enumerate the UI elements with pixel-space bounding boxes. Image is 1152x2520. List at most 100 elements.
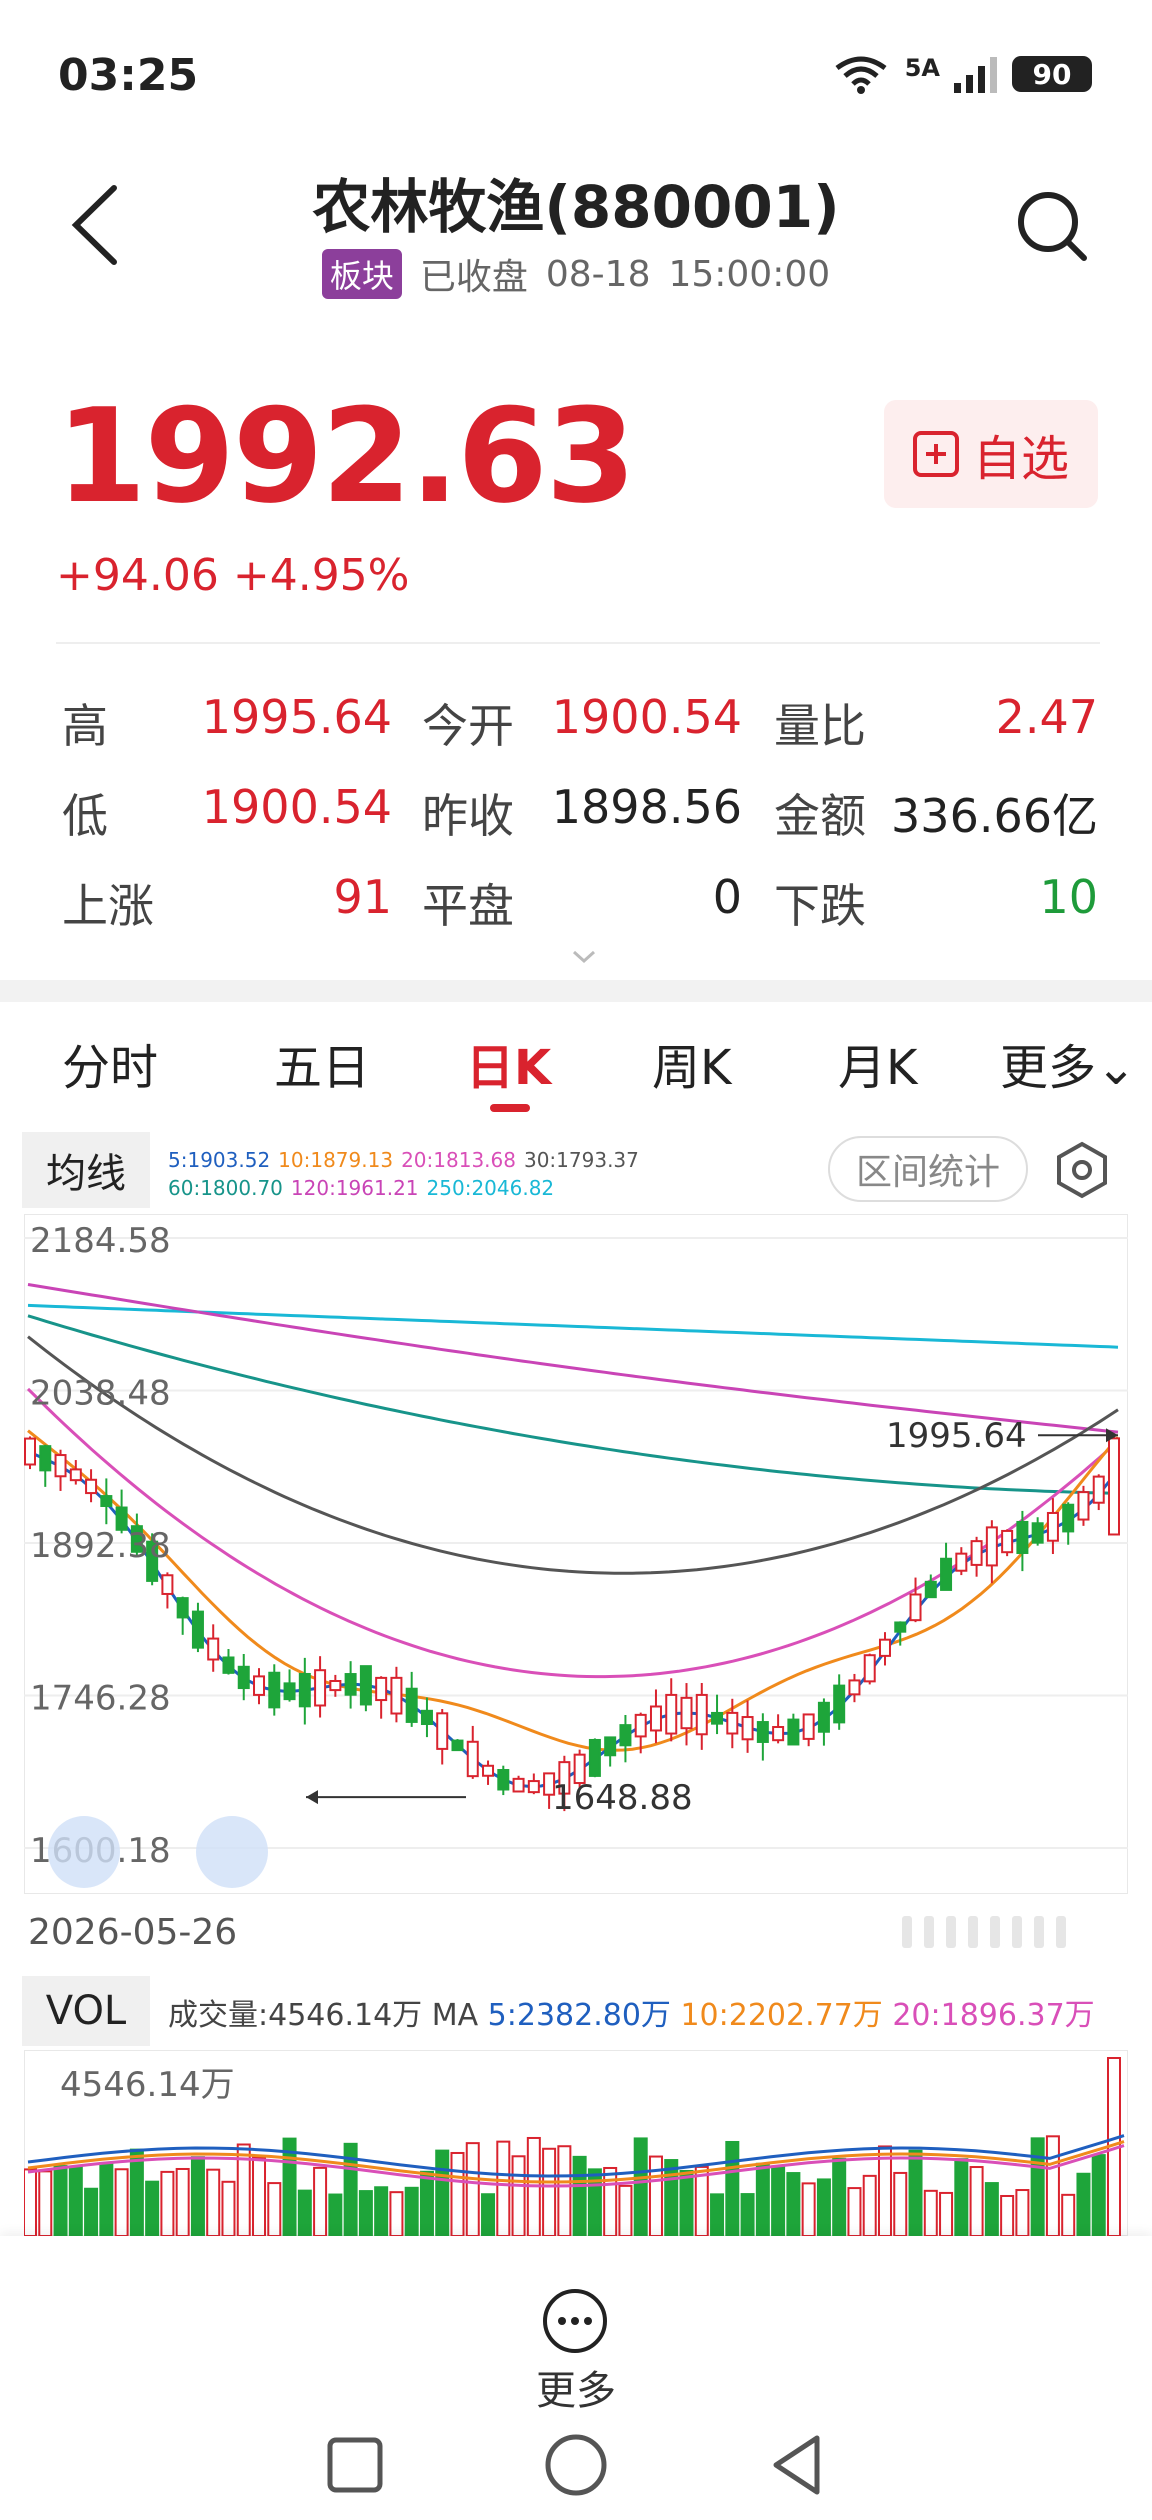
watch-label: 自选 [972, 431, 1069, 487]
volume-bar [572, 2155, 587, 2236]
battery-icon: 90 [1012, 56, 1092, 92]
volume-bar [435, 2149, 450, 2236]
scroll-tick [1034, 1916, 1044, 1948]
chart-period-tabs: 分时 五日 日K 周K 月K 更多⌄ [0, 1028, 1152, 1118]
volume-bar [618, 2184, 633, 2236]
stat-label: 金额 [774, 789, 866, 843]
volume-bar [374, 2186, 389, 2236]
volume-legend-item: 5:2382.80万 [487, 1998, 681, 2033]
add-watchlist-button[interactable]: 自选 [884, 400, 1098, 508]
candle-body [787, 1718, 800, 1746]
candle-body [604, 1736, 617, 1757]
volume-bar [496, 2140, 511, 2236]
volume-bar [710, 2193, 725, 2236]
market-status-line: 板块 已收盘 08-18 15:00:00 [0, 248, 1152, 300]
chart-start-date: 2026-05-26 [28, 1912, 238, 1953]
candle-body [512, 1777, 525, 1793]
fullscreen-icon [196, 1816, 268, 1888]
last-price: 1992.63 [56, 380, 636, 532]
tab-5[interactable]: 更多⌄ [1000, 1028, 1136, 1098]
volume-bar [786, 2172, 801, 2236]
ma-legend-item: 20:1813.68 [401, 1148, 516, 1172]
candle-body [940, 1557, 953, 1591]
candle-body [436, 1712, 449, 1750]
volume-bar [68, 2165, 83, 2236]
volume-bar [99, 2161, 114, 2236]
section-separator [0, 980, 1152, 1002]
volume-bar [557, 2145, 572, 2236]
candlestick-chart[interactable]: 2184.582038.481892.381746.281600.181995.… [24, 1214, 1128, 1894]
y-axis-label: 1892.38 [30, 1526, 171, 1566]
stat-label: 昨收 [422, 789, 514, 843]
volume-bar [221, 2180, 236, 2236]
search-icon[interactable] [1012, 186, 1092, 266]
stat-value: 0 [712, 870, 742, 924]
candle-body [176, 1597, 189, 1619]
candle-body [833, 1684, 846, 1724]
ma-indicator-button[interactable]: 均线 [22, 1132, 150, 1208]
volume-bar [542, 2147, 557, 2236]
volume-bar [53, 2165, 68, 2236]
stat-label: 下跌 [774, 879, 866, 933]
volume-bar [481, 2193, 496, 2236]
y-axis-label: 1746.28 [30, 1679, 171, 1719]
candle-body [1001, 1529, 1014, 1554]
volume-bar [923, 2189, 938, 2236]
candle-body [1077, 1491, 1090, 1521]
divider [56, 642, 1100, 644]
volume-bar [313, 2166, 328, 2236]
ma-legend-item: 5:1903.52 [168, 1148, 271, 1172]
stat-value: 1995.64 [201, 690, 392, 744]
stat-value: 336.66亿 [891, 789, 1098, 843]
candle-body [268, 1671, 281, 1709]
home-icon[interactable] [541, 2430, 611, 2500]
more-dots-icon[interactable] [540, 2286, 610, 2356]
candle-body [85, 1478, 98, 1495]
volume-bar [847, 2187, 862, 2236]
tab-4[interactable]: 月K [838, 1028, 917, 1098]
tab-0[interactable]: 分时 [62, 1028, 158, 1098]
candle-body [726, 1711, 739, 1735]
volume-bar [877, 2145, 892, 2236]
candle-body [1062, 1503, 1075, 1533]
candle-body [878, 1638, 891, 1657]
volume-indicator-button[interactable]: VOL [22, 1976, 150, 2046]
volume-bar [1030, 2137, 1045, 2236]
volume-bar [145, 2180, 160, 2236]
candle-body [466, 1740, 479, 1778]
stat-label: 量比 [774, 699, 866, 753]
candle-body [817, 1701, 830, 1733]
candle-body [222, 1656, 235, 1674]
volume-bar [755, 2162, 770, 2236]
more-label[interactable]: 更多 [0, 2358, 1152, 2416]
tab-1[interactable]: 五日 [274, 1028, 370, 1098]
volume-bar [419, 2170, 434, 2236]
volume-bar [1076, 2172, 1091, 2236]
volume-chart[interactable]: 4546.14万 [24, 2050, 1128, 2236]
candle-body [100, 1495, 113, 1507]
volume-bar [129, 2148, 144, 2236]
stat-row: 上涨 91 平盘 0 下跌 10 [62, 870, 1102, 960]
tab-2[interactable]: 日K [466, 1028, 551, 1098]
settings-hexagon-icon[interactable] [1052, 1140, 1112, 1200]
scroll-tick [946, 1916, 956, 1948]
y-axis-label: 2038.48 [30, 1374, 171, 1414]
candle-body [756, 1721, 769, 1743]
recent-apps-icon[interactable] [320, 2430, 390, 2500]
candle-body [329, 1679, 342, 1692]
volume-bar [389, 2191, 404, 2236]
volume-bar [1091, 2154, 1106, 2236]
candle-body [680, 1696, 693, 1730]
candle-body [1031, 1522, 1044, 1544]
stat-row: 低 1900.54 昨收 1898.56 金额 336.66亿 [62, 780, 1102, 870]
volume-legend: 成交量:4546.14万 MA 5:2382.80万 10:2202.77万 2… [168, 1990, 1095, 2034]
tab-3[interactable]: 周K [652, 1028, 731, 1098]
expand-chevron-icon[interactable] [572, 950, 596, 964]
candle-body [314, 1669, 327, 1707]
volume-bar [954, 2158, 969, 2236]
volume-bar [664, 2159, 679, 2236]
candle-body [863, 1654, 876, 1683]
range-stats-button[interactable]: 区间统计 [828, 1136, 1028, 1202]
volume-bar [328, 2193, 343, 2236]
back-nav-icon[interactable] [762, 2430, 832, 2500]
